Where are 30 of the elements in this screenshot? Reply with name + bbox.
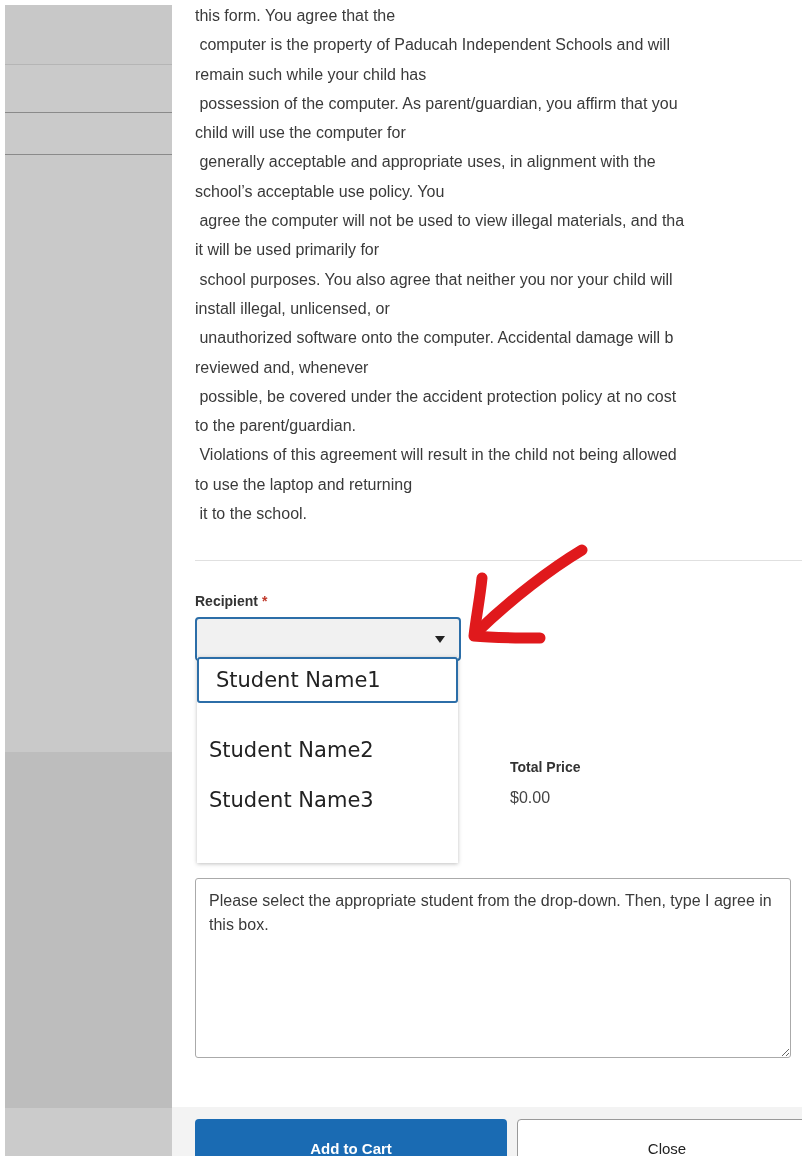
required-mark: * <box>261 593 268 610</box>
agreement-text-line: computer is the property of Paducah Independent Schools and will <box>198 35 670 56</box>
agreement-text-line: unauthorized software onto the computer. Accidental damage will b <box>198 328 674 349</box>
agreement-text-line: agree the computer will not be used to view illegal materials, and tha <box>198 211 685 232</box>
agreement-text-line: school’s acceptable use policy. You <box>195 181 445 202</box>
agreement-text-line: to the parent/guardian. <box>195 416 356 437</box>
agreement-text-line: it will be used primarily for <box>195 240 380 261</box>
close-button[interactable]: Close <box>517 1119 802 1156</box>
agreement-text-line: possible, be covered under the accident protection policy at no cost <box>198 386 677 407</box>
agreement-text-line: to use the laptop and returning <box>195 474 413 495</box>
agreement-text-line: possession of the computer. As parent/guardian, you affirm that you <box>198 93 678 114</box>
recipient-select[interactable] <box>195 617 461 662</box>
dropdown-option[interactable]: Student Name2 <box>197 725 458 776</box>
agreement-text-line: reviewed and, whenever <box>195 357 369 378</box>
comments-field[interactable]: Please select the appropriate student from the drop-down. Then, type I agree in this box. <box>195 878 791 1059</box>
agreement-text-line: this form. You agree that the <box>195 6 396 26</box>
agreement-text-line: install illegal, unlicensed, or <box>195 298 390 319</box>
agreement-text-line: remain such while your child has <box>195 64 427 85</box>
recipient-label: Recipient * <box>195 592 268 612</box>
dropdown-option[interactable]: Student Name3 <box>197 775 458 826</box>
agreement-text-line: it to the school. <box>198 504 308 525</box>
total-price-value: $0.00 <box>510 788 551 809</box>
agreement-text-line: school purposes. You also agree that neither you nor your child will <box>198 269 673 290</box>
add-to-cart-button[interactable]: Add to Cart <box>195 1119 507 1156</box>
total-price-label: Total Price <box>510 758 581 778</box>
dropdown-option[interactable]: Student Name1 <box>197 657 458 704</box>
agreement-text-line: child will use the computer for <box>195 123 406 144</box>
agreement-text-line: generally acceptable and appropriate uses, in alignment with the <box>198 152 656 173</box>
agreement-text-line: Violations of this agreement will result in the child not being allowed <box>198 445 677 466</box>
caret-icon <box>435 635 445 643</box>
